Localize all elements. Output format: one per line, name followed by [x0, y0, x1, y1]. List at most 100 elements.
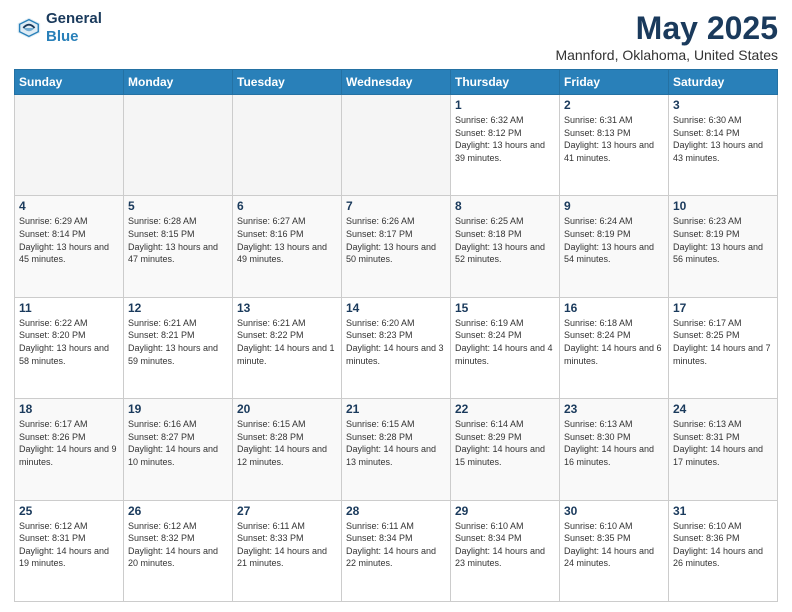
day-number: 12	[128, 301, 228, 315]
day-info: Sunrise: 6:28 AMSunset: 8:15 PMDaylight:…	[128, 215, 228, 265]
calendar-cell: 24Sunrise: 6:13 AMSunset: 8:31 PMDayligh…	[669, 399, 778, 500]
day-info: Sunrise: 6:10 AMSunset: 8:34 PMDaylight:…	[455, 520, 555, 570]
day-number: 28	[346, 504, 446, 518]
page: General Blue May 2025 Mannford, Oklahoma…	[0, 0, 792, 612]
calendar-cell: 13 Sunrise: 6:21 AMSunset: 8:22 PMDayligh…	[233, 297, 342, 398]
day-number: 6	[237, 199, 337, 213]
day-info: Sunrise: 6:17 AMSunset: 8:25 PMDaylight:…	[673, 317, 773, 367]
day-info: Sunrise: 6:29 AMSunset: 8:14 PMDaylight:…	[19, 215, 119, 265]
day-number: 17	[673, 301, 773, 315]
day-info: Sunrise: 6:12 AMSunset: 8:31 PMDaylight:…	[19, 520, 119, 570]
day-info: Sunrise: 6:20 AMSunset: 8:23 PMDaylight:…	[346, 317, 446, 367]
day-info: Sunrise: 6:13 AMSunset: 8:31 PMDaylight:…	[673, 418, 773, 468]
day-info: Sunrise: 6:15 AMSunset: 8:28 PMDaylight:…	[237, 418, 337, 468]
day-number: 27	[237, 504, 337, 518]
day-info: Sunrise: 6:12 AMSunset: 8:32 PMDaylight:…	[128, 520, 228, 570]
day-info: Sunrise: 6:13 AMSunset: 8:30 PMDaylight:…	[564, 418, 664, 468]
day-number: 19	[128, 402, 228, 416]
calendar-cell: 4 Sunrise: 6:29 AMSunset: 8:14 PMDaylight…	[15, 196, 124, 297]
day-number: 31	[673, 504, 773, 518]
calendar-cell: 22 Sunrise: 6:14 AMSunset: 8:29 PMDayligh…	[451, 399, 560, 500]
calendar-cell: 6Sunrise: 6:27 AMSunset: 8:16 PMDaylight…	[233, 196, 342, 297]
calendar-cell: 7Sunrise: 6:26 AMSunset: 8:17 PMDaylight…	[342, 196, 451, 297]
day-info: Sunrise: 6:19 AMSunset: 8:24 PMDaylight:…	[455, 317, 555, 367]
day-number: 5	[128, 199, 228, 213]
calendar-week-4: 18 Sunrise: 6:17 AMSunset: 8:26 PMDayligh…	[15, 399, 778, 500]
calendar-week-5: 25 Sunrise: 6:12 AMSunset: 8:31 PMDayligh…	[15, 500, 778, 601]
day-number: 18	[19, 402, 119, 416]
day-number: 29	[455, 504, 555, 518]
calendar-cell: 30 Sunrise: 6:10 AMSunset: 8:35 PMDayligh…	[560, 500, 669, 601]
weekday-header-monday: Monday	[124, 70, 233, 95]
day-info: Sunrise: 6:21 AMSunset: 8:21 PMDaylight:…	[128, 317, 228, 367]
day-info: Sunrise: 6:10 AMSunset: 8:36 PMDaylight:…	[673, 520, 773, 570]
weekday-header-thursday: Thursday	[451, 70, 560, 95]
header: General Blue May 2025 Mannford, Oklahoma…	[14, 10, 778, 63]
calendar-cell: 19 Sunrise: 6:16 AMSunset: 8:27 PMDayligh…	[124, 399, 233, 500]
calendar-table: SundayMondayTuesdayWednesdayThursdayFrid…	[14, 69, 778, 602]
calendar-cell: 11Sunrise: 6:22 AMSunset: 8:20 PMDayligh…	[15, 297, 124, 398]
calendar-cell: 8Sunrise: 6:25 AMSunset: 8:18 PMDaylight…	[451, 196, 560, 297]
month-title: May 2025	[555, 10, 778, 47]
weekday-header-friday: Friday	[560, 70, 669, 95]
calendar-cell: 29 Sunrise: 6:10 AMSunset: 8:34 PMDayligh…	[451, 500, 560, 601]
day-number: 20	[237, 402, 337, 416]
day-number: 30	[564, 504, 664, 518]
calendar-week-1: 1 Sunrise: 6:32 AMSunset: 8:12 PMDaylight…	[15, 95, 778, 196]
day-info: Sunrise: 6:14 AMSunset: 8:29 PMDaylight:…	[455, 418, 555, 468]
calendar-cell: 10 Sunrise: 6:23 AMSunset: 8:19 PMDayligh…	[669, 196, 778, 297]
day-number: 23	[564, 402, 664, 416]
calendar-week-3: 11Sunrise: 6:22 AMSunset: 8:20 PMDayligh…	[15, 297, 778, 398]
calendar-cell: 2Sunrise: 6:31 AMSunset: 8:13 PMDaylight…	[560, 95, 669, 196]
day-number: 8	[455, 199, 555, 213]
calendar-cell: 23 Sunrise: 6:13 AMSunset: 8:30 PMDayligh…	[560, 399, 669, 500]
calendar-cell: 14 Sunrise: 6:20 AMSunset: 8:23 PMDayligh…	[342, 297, 451, 398]
day-info: Sunrise: 6:16 AMSunset: 8:27 PMDaylight:…	[128, 418, 228, 468]
day-number: 10	[673, 199, 773, 213]
day-info: Sunrise: 6:23 AMSunset: 8:19 PMDaylight:…	[673, 215, 773, 265]
calendar-week-2: 4 Sunrise: 6:29 AMSunset: 8:14 PMDaylight…	[15, 196, 778, 297]
calendar-cell: 20 Sunrise: 6:15 AMSunset: 8:28 PMDayligh…	[233, 399, 342, 500]
calendar-cell: 18 Sunrise: 6:17 AMSunset: 8:26 PMDayligh…	[15, 399, 124, 500]
calendar-cell	[342, 95, 451, 196]
calendar-cell: 21 Sunrise: 6:15 AMSunset: 8:28 PMDayligh…	[342, 399, 451, 500]
day-number: 14	[346, 301, 446, 315]
day-info: Sunrise: 6:31 AMSunset: 8:13 PMDaylight:…	[564, 114, 664, 164]
location: Mannford, Oklahoma, United States	[555, 47, 778, 63]
calendar-cell	[233, 95, 342, 196]
day-number: 26	[128, 504, 228, 518]
calendar-cell: 17 Sunrise: 6:17 AMSunset: 8:25 PMDayligh…	[669, 297, 778, 398]
calendar-cell	[15, 95, 124, 196]
day-number: 22	[455, 402, 555, 416]
day-number: 15	[455, 301, 555, 315]
calendar-cell	[124, 95, 233, 196]
calendar-cell: 9Sunrise: 6:24 AMSunset: 8:19 PMDaylight…	[560, 196, 669, 297]
day-info: Sunrise: 6:30 AMSunset: 8:14 PMDaylight:…	[673, 114, 773, 164]
calendar-cell: 5 Sunrise: 6:28 AMSunset: 8:15 PMDaylight…	[124, 196, 233, 297]
day-number: 11	[19, 301, 119, 315]
day-info: Sunrise: 6:32 AMSunset: 8:12 PMDaylight:…	[455, 114, 555, 164]
day-number: 13	[237, 301, 337, 315]
day-info: Sunrise: 6:17 AMSunset: 8:26 PMDaylight:…	[19, 418, 119, 468]
day-info: Sunrise: 6:15 AMSunset: 8:28 PMDaylight:…	[346, 418, 446, 468]
calendar-cell: 12 Sunrise: 6:21 AMSunset: 8:21 PMDayligh…	[124, 297, 233, 398]
day-number: 3	[673, 98, 773, 112]
weekday-header-row: SundayMondayTuesdayWednesdayThursdayFrid…	[15, 70, 778, 95]
day-number: 21	[346, 402, 446, 416]
calendar-cell: 3 Sunrise: 6:30 AMSunset: 8:14 PMDaylight…	[669, 95, 778, 196]
day-info: Sunrise: 6:21 AMSunset: 8:22 PMDaylight:…	[237, 317, 337, 367]
logo-icon	[14, 14, 42, 42]
weekday-header-sunday: Sunday	[15, 70, 124, 95]
day-info: Sunrise: 6:24 AMSunset: 8:19 PMDaylight:…	[564, 215, 664, 265]
weekday-header-wednesday: Wednesday	[342, 70, 451, 95]
day-info: Sunrise: 6:10 AMSunset: 8:35 PMDaylight:…	[564, 520, 664, 570]
day-number: 4	[19, 199, 119, 213]
calendar-body: 1 Sunrise: 6:32 AMSunset: 8:12 PMDaylight…	[15, 95, 778, 602]
day-number: 25	[19, 504, 119, 518]
title-area: May 2025 Mannford, Oklahoma, United Stat…	[555, 10, 778, 63]
day-number: 1	[455, 98, 555, 112]
logo-text: General Blue	[46, 10, 102, 46]
calendar-cell: 25 Sunrise: 6:12 AMSunset: 8:31 PMDayligh…	[15, 500, 124, 601]
day-info: Sunrise: 6:11 AMSunset: 8:33 PMDaylight:…	[237, 520, 337, 570]
logo: General Blue	[14, 10, 102, 46]
